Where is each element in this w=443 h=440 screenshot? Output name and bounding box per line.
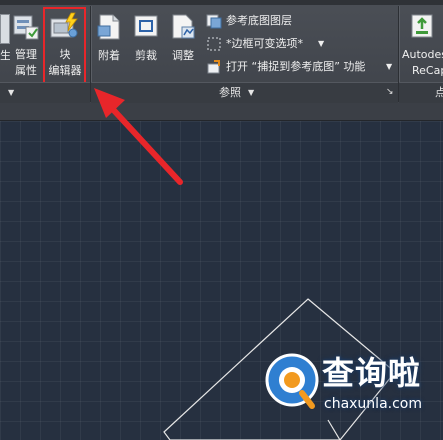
cut-off-button-icon (0, 14, 10, 44)
recap-label-line1: Autodesk (402, 48, 443, 61)
reference-panel-expand-icon[interactable]: ▼ (248, 83, 254, 102)
frame-options-dropdown-icon[interactable]: ▼ (318, 35, 324, 53)
watermark-brand-text: 查询啦 (322, 354, 422, 392)
watermark-domain-text: chaxunla.com (324, 396, 422, 412)
underlay-layers-icon (206, 14, 222, 29)
attribute-manager-icon (13, 15, 39, 40)
magnifier-logo-icon (265, 353, 319, 409)
reference-panel-title: 参照 (219, 86, 241, 99)
right-panel-footer[interactable]: 点 (399, 82, 443, 103)
frame-icon (207, 37, 221, 51)
snap-to-underlay-row[interactable]: 打开 “捕捉到参考底图” 功能 ▼ (206, 58, 396, 76)
watermark-logo: 查询啦 chaxunla.com (262, 346, 437, 420)
attributes-label: 属性 (15, 64, 37, 77)
adjust-icon (172, 14, 195, 39)
clip-label: 剪裁 (135, 49, 157, 62)
recap-icon (411, 14, 433, 38)
ribbon-toolbar: 生 管理 属性 块 编辑器 附着 剪裁 调整 参考底图图层 *边框可变选项* ▼… (0, 0, 443, 104)
left-panel-footer[interactable]: ▼ (0, 82, 90, 103)
attach-button[interactable]: 附着 (93, 12, 125, 64)
manage-label: 管理 (15, 48, 37, 61)
frame-options-label: *边框可变选项* (226, 37, 303, 50)
clip-icon (134, 15, 158, 37)
underlay-layers-row[interactable]: 参考底图图层 (206, 12, 386, 30)
cut-off-button[interactable]: 生 (0, 12, 10, 78)
snap-icon (207, 60, 220, 74)
underlay-layers-label: 参考底图图层 (226, 14, 292, 27)
cut-off-button-label: 生 (0, 49, 10, 62)
ribbon-top-strip (0, 0, 443, 5)
attach-label: 附着 (98, 49, 120, 62)
document-tab-bar (0, 103, 443, 121)
adjust-label: 调整 (172, 49, 194, 62)
right-panel-title: 点 (435, 86, 443, 99)
autodesk-recap-button[interactable]: Autodesk ReCap (400, 12, 443, 80)
frame-options-row[interactable]: *边框可变选项* ▼ (206, 35, 386, 53)
adjust-button[interactable]: 调整 (167, 12, 199, 64)
manage-attributes-button[interactable]: 管理 属性 (10, 10, 42, 80)
clip-button[interactable]: 剪裁 (130, 12, 162, 64)
reference-panel-footer[interactable]: 参照 ▼ ↘ (91, 82, 398, 103)
reference-panel-launcher-icon[interactable]: ↘ (386, 83, 394, 102)
snap-dropdown-icon[interactable]: ▼ (386, 58, 392, 76)
left-panel-expand-icon[interactable]: ▼ (8, 83, 14, 102)
block-editor-highlight-box (43, 7, 86, 84)
recap-label-line2: ReCap (412, 64, 443, 77)
attach-icon (97, 14, 120, 40)
snap-to-underlay-label: 打开 “捕捉到参考底图” 功能 (226, 60, 366, 73)
